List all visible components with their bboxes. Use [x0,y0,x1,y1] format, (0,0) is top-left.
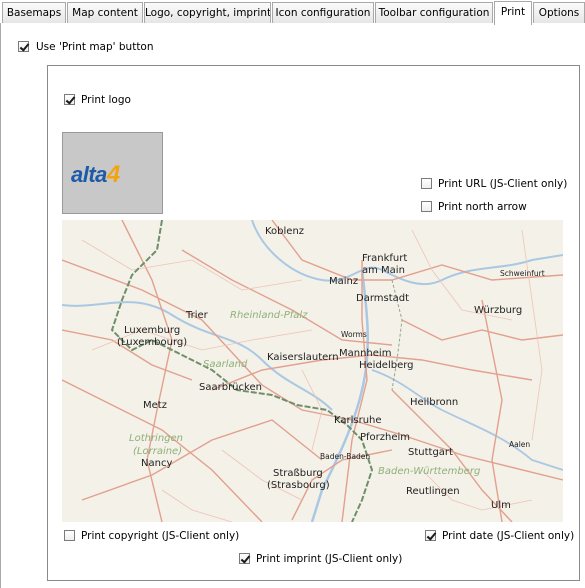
city-heilbronn: Heilbronn [410,397,459,408]
print-date-checkbox[interactable] [425,530,436,541]
city-koblenz: Koblenz [265,226,305,237]
city-aalen: Aalen [509,440,531,449]
logo-preview[interactable]: alta4 [62,132,163,214]
print-imprint-label: Print imprint (JS-Client only) [256,553,403,565]
city-baden-baden: Baden-Baden [320,452,371,461]
city-kaiserslautern: Kaiserslautern [267,352,339,363]
city-frankfurt: Frankfurt [362,253,408,264]
city-mainz: Mainz [329,276,359,287]
tab-toolbar-configuration[interactable]: Toolbar configuration [375,2,493,23]
city-luxembourg: Luxemburg [124,325,181,336]
print-date-label: Print date (JS-Client only) [442,530,575,542]
region-lothringen: Lothringen [129,433,184,444]
region-lorraine: (Lorraine) [133,446,183,457]
print-copyright-checkbox[interactable] [64,530,75,541]
city-schweinfurt: Schweinfurt [500,269,545,278]
city-worms: Worms [341,330,367,339]
city-karlsruhe: Karlsruhe [334,415,382,426]
city-saarbruecken: Saarbrücken [199,382,262,393]
print-north-arrow-label: Print north arrow [438,201,527,213]
print-copyright-label: Print copyright (JS-Client only) [81,530,240,542]
city-trier: Trier [186,310,208,321]
print-logo-label: Print logo [81,94,131,106]
city-heidelberg: Heidelberg [359,360,414,371]
city-ulm: Ulm [491,500,511,511]
region-saarland: Saarland [203,359,248,370]
print-imprint-checkbox[interactable] [239,553,250,564]
city-metz: Metz [143,400,167,411]
city-frankfurt-2: am Main [362,265,405,276]
use-print-button-checkbox[interactable] [18,41,29,52]
city-luxembourg-2: (Luxembourg) [117,337,188,348]
tab-bar: Basemaps Map content Logo, copyright, im… [0,0,585,25]
use-print-button-label: Use 'Print map' button [36,41,154,53]
city-reutlingen: Reutlingen [406,486,460,497]
tab-logo-copyright-imprint[interactable]: Logo, copyright, imprint [144,2,271,23]
tab-icon-configuration[interactable]: Icon configuration [272,2,374,23]
city-pforzheim: Pforzheim [360,432,411,443]
print-url-checkbox[interactable] [421,178,432,189]
city-nancy: Nancy [141,458,173,469]
region-rheinland-pfalz: Rheinland-Pfalz [230,310,308,321]
region-baden-wuerttemberg: Baden-Württemberg [378,466,481,477]
tab-basemaps[interactable]: Basemaps [2,2,66,23]
city-stuttgart: Stuttgart [408,447,453,458]
city-darmstadt: Darmstadt [356,293,410,304]
alta4-logo: alta4 [71,161,120,188]
tab-print[interactable]: Print [494,1,532,25]
print-north-arrow-checkbox[interactable] [421,201,432,212]
print-url-label: Print URL (JS-Client only) [438,178,568,190]
city-strasbourg-2: (Strasbourg) [267,480,330,491]
city-wuerzburg: Würzburg [474,305,523,316]
city-strasbourg: Straßburg [273,468,323,479]
tab-options[interactable]: Options [533,2,585,23]
tab-map-content[interactable]: Map content [67,2,143,23]
city-mannheim: Mannheim [339,348,392,359]
print-logo-checkbox[interactable] [64,94,75,105]
map-preview: Koblenz Frankfurt am Main Schweinfurt Ma… [62,220,563,522]
